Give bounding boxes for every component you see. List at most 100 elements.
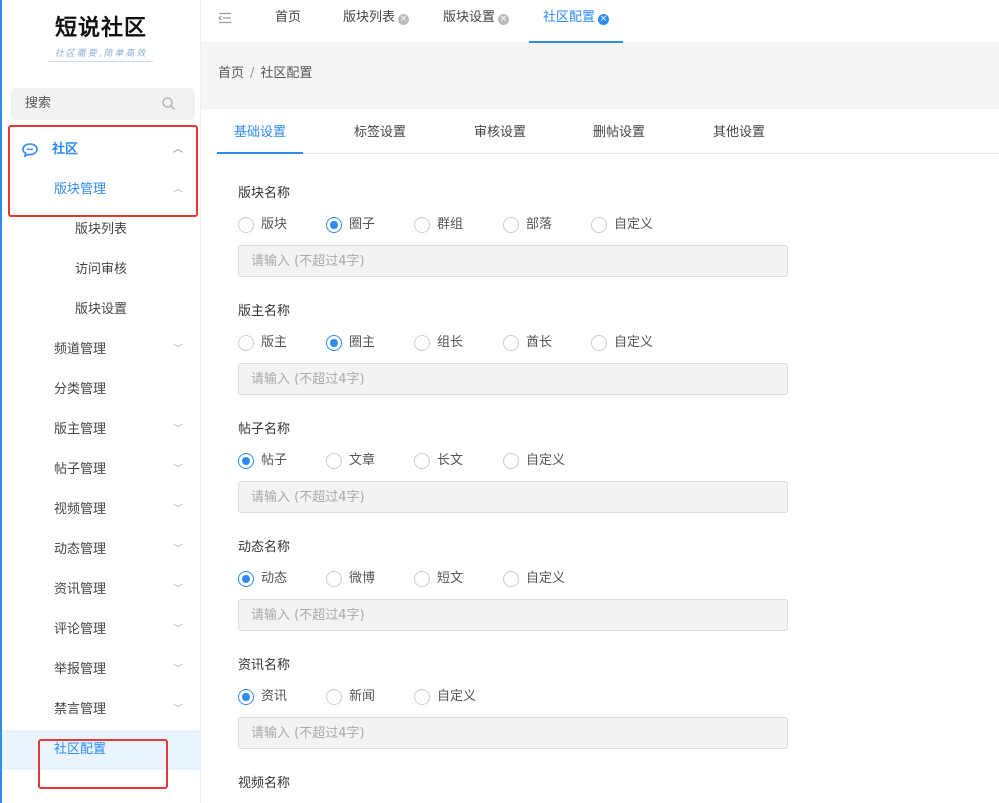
form-section-moderator-name: 版主名称 版主 圈主 组长 酋长 自定义	[238, 300, 788, 395]
sidebar-item-label: 社区	[52, 142, 79, 157]
radio-label: 圈子	[349, 217, 376, 232]
radio-option[interactable]: 自定义	[591, 215, 653, 235]
sidebar-item-reports[interactable]: 举报管理 ﹀	[2, 650, 201, 690]
section-title: 版块名称	[238, 186, 291, 201]
sidebar-menu: 社区 ︿ 版块管理 ︿ 版块列表 访问审核 版块设置 频道管理 ﹀ 分类管理 版…	[2, 130, 201, 770]
close-icon[interactable]: ×	[398, 14, 410, 25]
radio-option[interactable]: 自定义	[414, 687, 476, 707]
close-icon[interactable]: ×	[598, 14, 610, 25]
breadcrumb: 首页 / 社区配置	[218, 62, 312, 81]
board-name-input[interactable]	[238, 245, 788, 277]
radio-option[interactable]: 动态	[238, 569, 287, 589]
section-title: 视频名称	[238, 776, 291, 791]
sidebar-item-posts[interactable]: 帖子管理 ﹀	[2, 450, 201, 490]
menu-collapse-icon[interactable]	[218, 12, 232, 26]
radio-icon	[414, 217, 430, 233]
radio-option[interactable]: 自定义	[503, 569, 565, 589]
sidebar-item-label: 频道管理	[54, 342, 107, 357]
collapse-icon	[218, 12, 231, 24]
radio-option[interactable]: 短文	[414, 569, 463, 589]
radio-option[interactable]: 自定义	[503, 451, 565, 471]
radio-option[interactable]: 群组	[414, 215, 463, 235]
news-name-input[interactable]	[238, 717, 788, 749]
chevron-down-icon: ﹀	[173, 624, 183, 635]
sidebar-item-mute[interactable]: 禁言管理 ﹀	[2, 690, 201, 730]
sidebar-item-community-config[interactable]: 社区配置	[2, 730, 201, 770]
radio-option[interactable]: 资讯	[238, 687, 287, 707]
sidebar-item-label: 视频管理	[54, 502, 107, 517]
main-content: 基础设置 标签设置 审核设置 删帖设置 其他设置 版块名称 版块 圈子 群组 部…	[217, 109, 999, 803]
radio-option[interactable]: 新闻	[326, 687, 375, 707]
chevron-down-icon: ﹀	[173, 584, 183, 595]
sidebar-item-moments[interactable]: 动态管理 ﹀	[2, 530, 201, 570]
radio-icon	[326, 217, 342, 233]
sidebar-item-board-mgmt[interactable]: 版块管理 ︿	[2, 170, 201, 210]
tab-community-config[interactable]: 社区配置 ×	[529, 0, 624, 43]
radio-option[interactable]: 圈子	[326, 215, 375, 235]
sidebar-item-board-list[interactable]: 版块列表	[2, 210, 201, 250]
radio-option[interactable]: 帖子	[238, 451, 287, 471]
radio-option[interactable]: 自定义	[591, 333, 653, 353]
radio-label: 文章	[349, 453, 376, 468]
tab-label: 版块设置	[443, 10, 496, 25]
radio-option[interactable]: 版块	[238, 215, 287, 235]
radio-option[interactable]: 文章	[326, 451, 375, 471]
sidebar-item-comments[interactable]: 评论管理 ﹀	[2, 610, 201, 650]
breadcrumb-home[interactable]: 首页	[218, 66, 244, 81]
radio-label: 资讯	[261, 689, 288, 704]
tab-tag-settings[interactable]: 标签设置	[354, 109, 406, 154]
tab-other-settings[interactable]: 其他设置	[713, 109, 765, 154]
form-section-news-name: 资讯名称 资讯 新闻 自定义	[238, 654, 788, 749]
radio-label: 动态	[261, 571, 288, 586]
radio-icon	[591, 217, 607, 233]
radio-label: 自定义	[437, 689, 477, 704]
close-icon[interactable]: ×	[498, 14, 510, 25]
radio-label: 自定义	[614, 335, 654, 350]
sidebar-item-board-settings[interactable]: 版块设置	[2, 290, 201, 330]
chevron-up-icon: ︿	[173, 184, 183, 195]
post-name-input[interactable]	[238, 481, 788, 513]
search-icon[interactable]	[162, 97, 175, 110]
radio-option[interactable]: 版主	[238, 333, 287, 353]
tab-board-list[interactable]: 版块列表 ×	[343, 0, 410, 43]
tab-basic-settings[interactable]: 基础设置	[217, 109, 304, 154]
sidebar-item-news[interactable]: 资讯管理 ﹀	[2, 570, 201, 610]
radio-icon	[326, 571, 342, 587]
sidebar-item-video[interactable]: 视频管理 ﹀	[2, 490, 201, 530]
tab-delete-settings[interactable]: 删帖设置	[593, 109, 645, 154]
tab-board-settings[interactable]: 版块设置 ×	[443, 0, 510, 43]
tab-label: 社区配置	[543, 10, 596, 25]
tab-review-settings[interactable]: 审核设置	[474, 109, 526, 154]
radio-option[interactable]: 微博	[326, 569, 375, 589]
radio-option[interactable]: 圈主	[326, 333, 375, 353]
radio-icon	[503, 571, 519, 587]
radio-label: 版块	[261, 217, 288, 232]
tab-home[interactable]: 首页	[275, 0, 301, 43]
logo-title: 短说社区	[54, 15, 147, 41]
sidebar-item-access-review[interactable]: 访问审核	[2, 250, 201, 290]
radio-option[interactable]: 组长	[414, 333, 463, 353]
radio-label: 群组	[437, 217, 464, 232]
radio-icon	[326, 453, 342, 469]
moment-name-input[interactable]	[238, 599, 788, 631]
top-tab-bar: 首页 版块列表 × 版块设置 × 社区配置 ×	[201, 0, 999, 43]
sidebar-item-moderator[interactable]: 版主管理 ﹀	[2, 410, 201, 450]
chevron-down-icon: ﹀	[173, 464, 183, 475]
radio-option[interactable]: 部落	[503, 215, 552, 235]
section-title: 动态名称	[238, 540, 291, 555]
sidebar-item-channel[interactable]: 频道管理 ﹀	[2, 330, 201, 370]
radio-icon	[414, 689, 430, 705]
radio-icon	[238, 689, 254, 705]
moderator-name-input[interactable]	[238, 363, 788, 395]
radio-option[interactable]: 酋长	[503, 333, 552, 353]
radio-label: 版主	[261, 335, 288, 350]
sidebar-item-label: 评论管理	[54, 622, 107, 637]
radio-icon	[414, 453, 430, 469]
sidebar-item-community[interactable]: 社区 ︿	[2, 130, 201, 170]
radio-label: 微博	[349, 571, 376, 586]
radio-label: 自定义	[526, 453, 566, 468]
chevron-down-icon: ﹀	[173, 544, 183, 555]
radio-option[interactable]: 长文	[414, 451, 463, 471]
sidebar-item-category[interactable]: 分类管理	[2, 370, 201, 410]
chevron-up-icon: ︿	[173, 144, 183, 155]
